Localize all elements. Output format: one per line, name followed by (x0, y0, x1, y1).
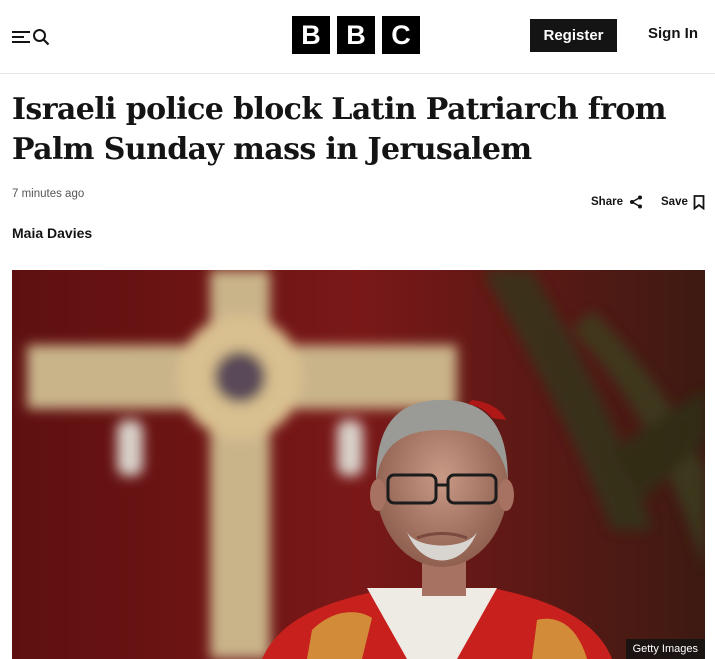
save-label: Save (661, 196, 688, 208)
hero-image: Getty Images (12, 270, 705, 659)
search-icon (33, 29, 50, 46)
share-icon (629, 195, 642, 209)
menu-search-button[interactable] (12, 25, 52, 49)
logo-block-b2: B (337, 16, 375, 54)
site-header: B B C Register Sign In (0, 0, 715, 74)
bookmark-icon (693, 194, 705, 210)
logo-block-b1: B (292, 16, 330, 54)
image-credit: Getty Images (625, 639, 705, 659)
article-byline: Maia Davies (12, 225, 93, 241)
article-headline: Israeli police block Latin Patriarch fro… (12, 92, 666, 167)
sign-in-link[interactable]: Sign In (648, 25, 698, 42)
register-button[interactable]: Register (530, 19, 617, 52)
menu-icon (12, 31, 30, 43)
save-button[interactable]: Save (661, 194, 705, 210)
bbc-logo[interactable]: B B C (292, 16, 420, 54)
share-label: Share (591, 196, 623, 208)
share-button[interactable]: Share (591, 194, 643, 210)
logo-block-c: C (382, 16, 420, 54)
article-timestamp: 7 minutes ago (12, 188, 85, 200)
hero-photo-illustration (12, 270, 705, 659)
